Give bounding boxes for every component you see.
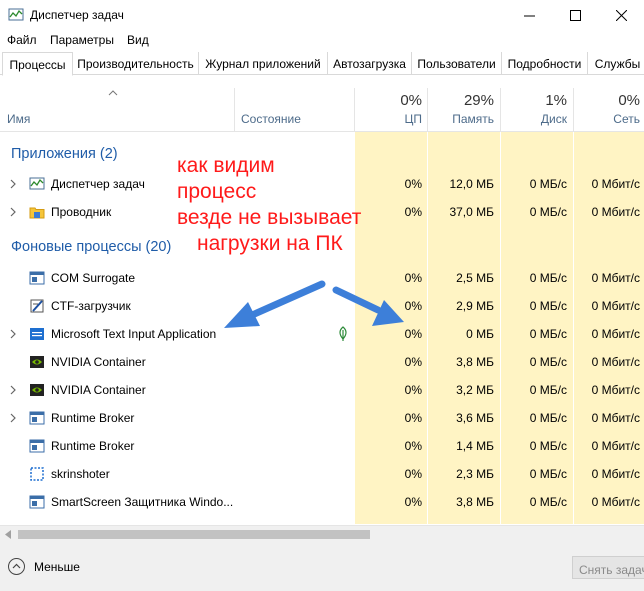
fewer-details-link[interactable]: Меньше bbox=[34, 560, 80, 574]
annotation-arrows bbox=[224, 280, 404, 328]
arrow-to-cpu-icon bbox=[332, 286, 404, 326]
end-task-button[interactable]: Снять задачу bbox=[572, 556, 644, 579]
scroll-left-icon[interactable] bbox=[4, 530, 12, 539]
horizontal-scrollbar[interactable] bbox=[0, 525, 644, 542]
arrow-to-process-icon bbox=[224, 280, 326, 328]
footer: Меньше Снять задачу bbox=[0, 542, 644, 591]
scrollbar-thumb[interactable] bbox=[18, 530, 370, 539]
chevron-up-circle-icon[interactable] bbox=[8, 558, 25, 575]
